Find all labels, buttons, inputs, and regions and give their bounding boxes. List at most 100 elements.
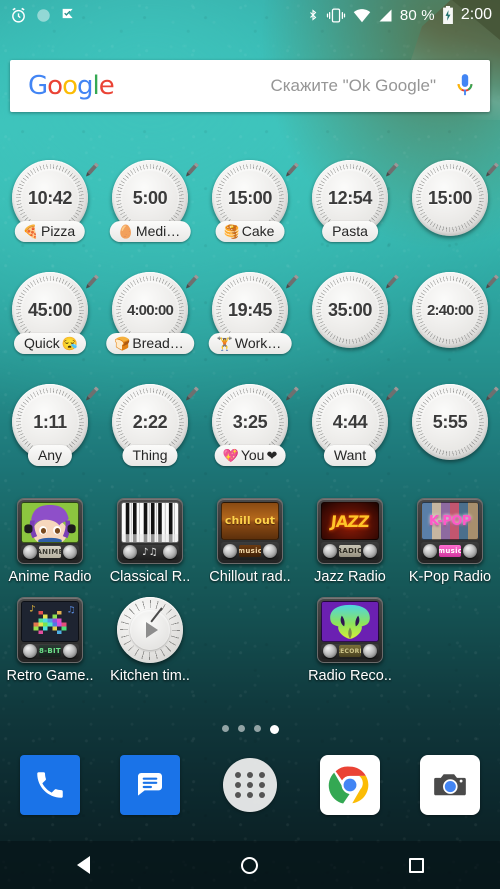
timer-widget[interactable]: 35:00 — [300, 272, 400, 362]
timer-label-pill[interactable]: Quick 😪 — [14, 333, 86, 354]
app-classical-radio[interactable]: ♪♫ Classical R.. — [100, 498, 200, 585]
dock-chrome[interactable] — [320, 755, 380, 815]
edit-pencil-icon[interactable] — [377, 271, 403, 297]
page-dot[interactable] — [237, 725, 245, 732]
edit-pencil-icon[interactable] — [77, 271, 103, 297]
timer-label-pill[interactable]: 🍞 Bread… — [106, 333, 194, 354]
icon-control-panel: RADIO — [321, 542, 379, 560]
timer-label: Pasta — [332, 223, 368, 239]
timer-widget[interactable]: 3:25 💖 You ❤ — [200, 384, 300, 474]
kitchen-timer-icon[interactable] — [117, 597, 183, 663]
page-dot-active[interactable] — [269, 725, 279, 734]
app-chillout-radio[interactable]: chill out music Chillout rad.. — [200, 498, 300, 585]
edit-pencil-icon[interactable] — [277, 271, 303, 297]
app-drawer-icon[interactable] — [223, 758, 277, 812]
google-logo-letter: o — [62, 71, 78, 101]
recents-square-icon[interactable] — [409, 857, 425, 873]
edit-pencil-icon[interactable] — [377, 159, 403, 185]
timer-label-pill[interactable]: 🍕 Pizza — [14, 221, 86, 242]
timer-widget[interactable]: 15:00 — [400, 160, 500, 250]
jazz-radio-icon[interactable]: JAZZ RADIO — [317, 498, 383, 564]
timer-emoji-before: 🥚 — [117, 224, 134, 239]
timer-label-pill[interactable]: 🥚 Medi… — [109, 221, 191, 242]
knob-right-icon — [163, 545, 177, 560]
timer-widget[interactable]: 4:44 Want — [300, 384, 400, 474]
back-triangle-icon[interactable] — [76, 856, 90, 874]
page-dot[interactable] — [253, 725, 261, 732]
timer-label-pill[interactable]: Want — [323, 445, 377, 466]
edit-pencil-icon[interactable] — [477, 271, 500, 297]
timer-label-pill[interactable]: 💖 You ❤ — [214, 445, 286, 466]
app-kpop-radio[interactable]: K-POP music K-Pop Radio — [400, 498, 500, 585]
chillout-radio-icon[interactable]: chill out music — [217, 498, 283, 564]
timer-label: Want — [333, 447, 367, 463]
timer-label: You — [240, 447, 265, 463]
timer-label-pill[interactable]: Thing — [122, 445, 178, 466]
kitchen-timer-center — [130, 610, 170, 650]
timer-widget[interactable]: 2:40:00 — [400, 272, 500, 362]
timer-time: 15:00 — [427, 187, 473, 208]
edit-pencil-icon[interactable] — [477, 383, 500, 409]
timer-widget[interactable]: 5:55 — [400, 384, 500, 474]
app-jazz-radio[interactable]: JAZZ RADIO Jazz Radio — [300, 498, 400, 585]
timer-widget[interactable]: 1:11 Any — [0, 384, 100, 474]
icon-control-panel: ANIME — [21, 544, 79, 560]
knob-left-icon — [123, 545, 137, 560]
timer-label-pill[interactable]: 🏋 Work… — [208, 333, 292, 354]
timer-widget[interactable]: 5:00 🥚 Medi… — [100, 160, 200, 250]
timer-time: 5:00 — [132, 187, 168, 208]
dock-messages[interactable] — [120, 755, 180, 815]
timer-time: 1:11 — [33, 411, 67, 432]
kpop-radio-icon[interactable]: K-POP music — [417, 498, 483, 564]
anime-radio-icon[interactable]: ANIME — [17, 498, 83, 564]
app-radio-recorder[interactable]: RECORD Radio Reco.. — [300, 597, 400, 684]
play-icon — [146, 622, 158, 638]
drawer-dot — [247, 772, 253, 778]
app-anime-radio[interactable]: ANIME Anime Radio — [0, 498, 100, 585]
dock-phone[interactable] — [20, 755, 80, 815]
icon-badge: RECORD — [339, 645, 361, 658]
knob-left-icon — [323, 544, 337, 558]
edit-pencil-icon[interactable] — [177, 271, 203, 297]
svg-text:♫: ♫ — [66, 605, 75, 615]
edit-pencil-icon[interactable] — [277, 383, 303, 409]
edit-pencil-icon[interactable] — [77, 383, 103, 409]
navigation-bar — [0, 841, 500, 889]
vibrate-icon — [326, 7, 346, 24]
home-circle-icon[interactable] — [241, 856, 259, 874]
edit-pencil-icon[interactable] — [177, 383, 203, 409]
edit-pencil-icon[interactable] — [77, 159, 103, 185]
icon-artwork — [321, 601, 379, 642]
app-label: Retro Game.. — [6, 668, 94, 684]
timer-label-pill[interactable]: 🥞 Cake — [215, 221, 285, 242]
app-label: Chillout rad.. — [209, 569, 291, 585]
timer-widget[interactable]: 15:00 🥞 Cake — [200, 160, 300, 250]
microphone-icon[interactable] — [454, 72, 476, 100]
google-search-bar[interactable]: Google Скажите "Ok Google" — [10, 60, 490, 112]
edit-pencil-icon[interactable] — [277, 159, 303, 185]
timer-widget[interactable]: 10:42 🍕 Pizza — [0, 160, 100, 250]
page-dot[interactable] — [221, 725, 229, 732]
app-kitchen-timer[interactable]: Kitchen tim.. — [100, 597, 200, 684]
app-label: Classical R.. — [109, 569, 191, 585]
timer-label: Pizza — [40, 223, 76, 239]
timer-label-pill[interactable]: Pasta — [322, 221, 378, 242]
edit-pencil-icon[interactable] — [177, 159, 203, 185]
edit-pencil-icon[interactable] — [477, 159, 500, 185]
retro-game-radio-icon[interactable]: ♪ ♫ 8-BIT — [17, 597, 83, 663]
timer-widget[interactable]: 12:54 Pasta — [300, 160, 400, 250]
timer-label-pill[interactable]: Any — [27, 445, 73, 466]
timer-widget[interactable]: 45:00 Quick 😪 — [0, 272, 100, 362]
signal-icon — [378, 8, 393, 23]
classical-radio-icon[interactable]: ♪♫ — [117, 498, 183, 564]
timer-widget[interactable]: 2:22 Thing — [100, 384, 200, 474]
edit-pencil-icon[interactable] — [377, 383, 403, 409]
dock-camera[interactable] — [420, 755, 480, 815]
app-retro-game-radio[interactable]: ♪ ♫ 8-BIT Retro Game.. — [0, 597, 100, 684]
google-logo-letter: g — [77, 71, 93, 101]
timer-widget[interactable]: 4:00:00 🍞 Bread… — [100, 272, 200, 362]
radio-recorder-icon[interactable]: RECORD — [317, 597, 383, 663]
knob-right-icon — [363, 644, 377, 659]
search-input[interactable]: Скажите "Ok Google" — [114, 76, 454, 96]
timer-widget[interactable]: 19:45 🏋 Work… — [200, 272, 300, 362]
